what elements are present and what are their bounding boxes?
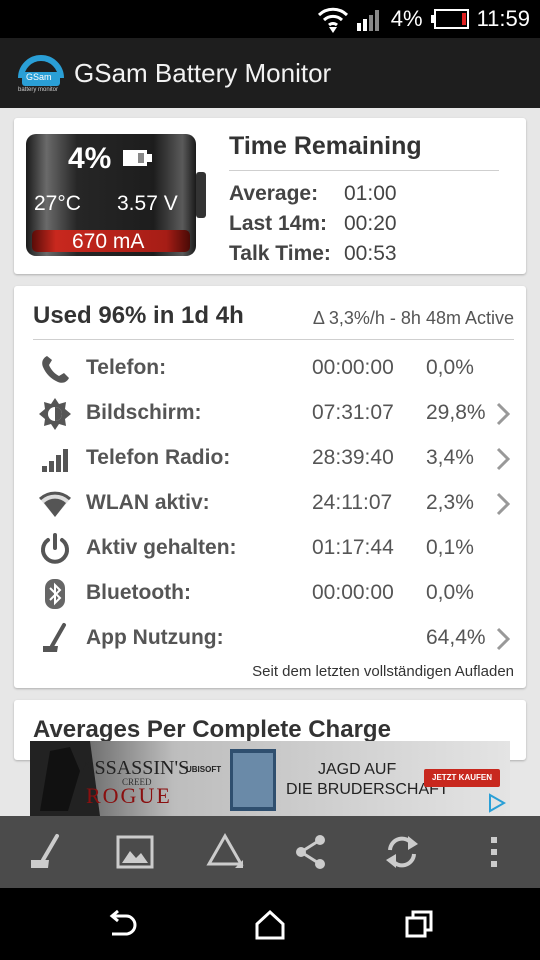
usage-label: Telefon Radio: [86, 446, 231, 469]
usage-time: 01:17:44 [312, 536, 394, 559]
battery-percent: 4% [68, 142, 112, 175]
battery-voltage: 3.57 V [117, 192, 178, 215]
ad-banner[interactable]: ASSASSIN'S CREED ROGUE UBISOFT JAGD AUF … [30, 741, 510, 816]
time-remaining-label: Average: [229, 182, 319, 205]
signal-status-icon [356, 10, 379, 31]
usage-subtitle: Δ 3,3%/h - 8h 48m Active [312, 308, 514, 328]
battery-status-icon [430, 9, 469, 29]
back-icon[interactable] [104, 908, 138, 942]
navigation-bar [0, 888, 540, 960]
status-bar: 4% 11:59 [0, 0, 540, 38]
usage-time: 00:00:00 [312, 356, 394, 379]
usage-label: Aktiv gehalten: [86, 536, 237, 559]
usage-row-aktiv-gehalten[interactable]: Aktiv gehalten: 01:17:44 0,1% [14, 526, 526, 571]
app-title: GSam Battery Monitor [74, 57, 332, 88]
chevron-right-icon[interactable] [496, 402, 510, 426]
overflow-menu-icon[interactable] [474, 832, 514, 872]
chevron-right-icon[interactable] [496, 492, 510, 516]
usage-row-bildschirm[interactable]: Bildschirm: 07:31:07 29,8% [14, 391, 526, 436]
usage-time: 28:39:40 [312, 446, 394, 469]
usage-title: Used 96% in 1d 4h [33, 302, 244, 329]
wifi-status-icon [317, 7, 348, 33]
usage-percent: 2,3% [426, 491, 474, 514]
time-remaining-row: Talk Time: 00:53 [229, 242, 397, 266]
usage-time: 24:11:07 [312, 491, 393, 514]
usage-row-telefon-radio[interactable]: Telefon Radio: 28:39:40 3,4% [14, 436, 526, 481]
wifi-icon [38, 491, 72, 517]
usage-percent: 64,4% [426, 626, 486, 649]
ad-publisher: UBISOFT [186, 765, 222, 774]
usage-label: Telefon: [86, 356, 167, 379]
usage-card: Used 96% in 1d 4h Δ 3,3%/h - 8h 48m Acti… [14, 286, 526, 688]
battery-temperature: 27°C [34, 192, 81, 215]
usage-percent: 0,0% [426, 581, 474, 604]
usage-row-bluetooth[interactable]: Bluetooth: 00:00:00 0,0% [14, 571, 526, 616]
time-remaining-title: Time Remaining [229, 132, 422, 160]
logo-subtext: battery monitor [18, 87, 59, 93]
app-usage-icon [43, 623, 66, 652]
power-icon [41, 533, 69, 564]
app-usage-icon[interactable] [25, 832, 65, 872]
time-remaining-row: Last 14m: 00:20 [229, 212, 397, 236]
time-remaining-value: 00:53 [344, 242, 397, 265]
phone-icon [42, 356, 69, 383]
status-clock: 11:59 [476, 6, 530, 31]
logo-text: GSam [26, 72, 52, 82]
ad-headline1: JAGD AUF [318, 761, 397, 778]
usage-row-telefon[interactable]: Telefon: 00:00:00 0,0% [14, 346, 526, 391]
chevron-right-icon[interactable] [496, 447, 510, 471]
usage-label: Bluetooth: [86, 581, 191, 604]
status-battery-percent: 4% [390, 6, 423, 31]
usage-label: WLAN aktiv: [86, 491, 210, 514]
signal-icon [42, 449, 68, 472]
usage-percent: 0,0% [426, 356, 474, 379]
usage-row-wlan[interactable]: WLAN aktiv: 24:11:07 2,3% [14, 481, 526, 526]
triangle-icon[interactable] [205, 832, 245, 872]
battery-card: 4% 27°C 3.57 V 670 mA Time Remaining Ave… [14, 118, 526, 274]
divider [229, 170, 499, 171]
time-remaining-label: Talk Time: [229, 242, 331, 265]
usage-label: Bildschirm: [86, 401, 202, 424]
action-bar: GSam battery monitor GSam Battery Monito… [0, 38, 540, 108]
usage-footer: Seit dem letzten vollständigen Aufladen [252, 663, 514, 680]
averages-title: Averages Per Complete Charge [33, 716, 391, 743]
recents-icon[interactable] [402, 908, 436, 942]
home-icon[interactable] [253, 908, 287, 942]
chevron-right-icon[interactable] [496, 627, 510, 651]
refresh-icon[interactable] [382, 832, 422, 872]
brightness-icon [39, 398, 71, 430]
usage-time: 07:31:07 [312, 401, 394, 424]
usage-percent: 3,4% [426, 446, 474, 469]
image-icon[interactable] [115, 832, 155, 872]
usage-row-app-nutzung[interactable]: App Nutzung: 64,4% [14, 616, 526, 661]
usage-label: App Nutzung: [86, 626, 224, 649]
battery-current: 670 mA [72, 230, 145, 253]
usage-percent: 29,8% [426, 401, 486, 424]
battery-small-icon [123, 150, 152, 166]
bottom-toolbar [0, 816, 540, 888]
usage-percent: 0,1% [426, 536, 474, 559]
share-icon[interactable] [292, 832, 332, 872]
time-remaining-value: 01:00 [344, 182, 397, 205]
adchoices-icon[interactable] [486, 793, 506, 813]
usage-time: 00:00:00 [312, 581, 394, 604]
time-remaining-row: Average: 01:00 [229, 182, 397, 206]
divider [33, 339, 514, 340]
ad-cta-button[interactable]: JETZT KAUFEN [424, 769, 500, 787]
app-logo: GSam battery monitor [16, 52, 66, 94]
time-remaining-value: 00:20 [344, 212, 397, 235]
time-remaining-label: Last 14m: [229, 212, 328, 235]
bluetooth-icon [45, 579, 65, 609]
ad-brand-line3: ROGUE [86, 783, 172, 808]
